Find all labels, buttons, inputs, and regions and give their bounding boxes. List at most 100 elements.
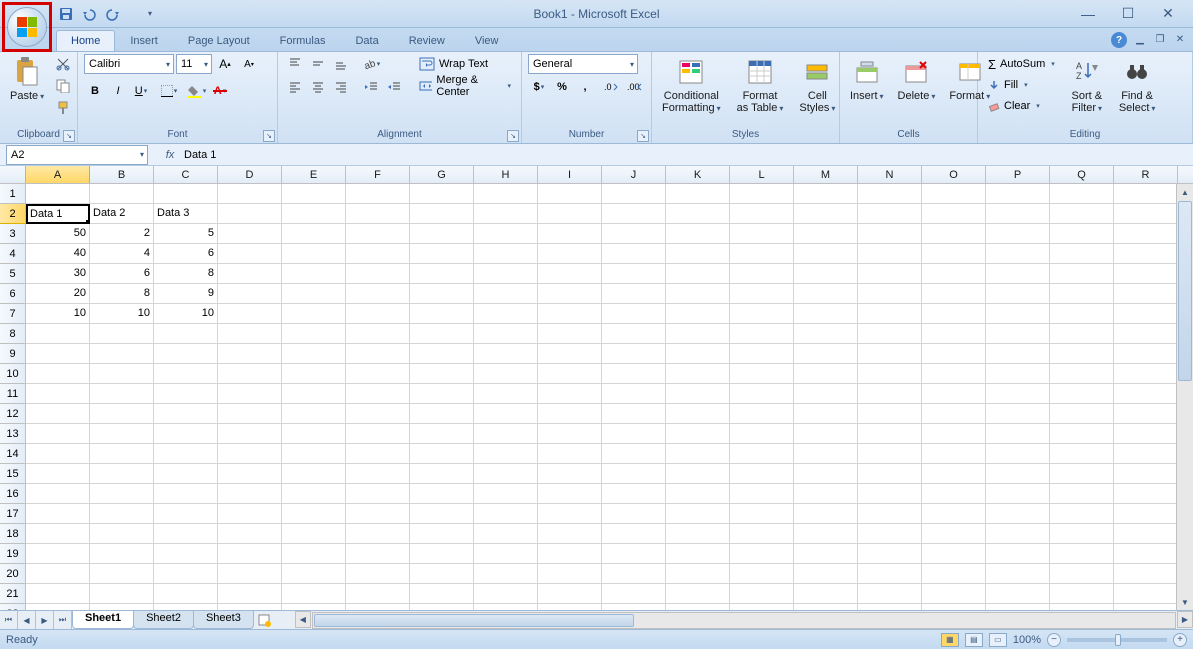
cell[interactable]	[1050, 264, 1114, 284]
cell[interactable]	[858, 364, 922, 384]
cell[interactable]	[474, 364, 538, 384]
name-box[interactable]: A2	[6, 145, 148, 165]
cell[interactable]	[26, 584, 90, 604]
cell[interactable]	[26, 524, 90, 544]
cell[interactable]	[346, 544, 410, 564]
cell[interactable]	[858, 324, 922, 344]
cell[interactable]	[922, 384, 986, 404]
cell[interactable]	[282, 284, 346, 304]
cell[interactable]	[730, 464, 794, 484]
cell[interactable]	[282, 324, 346, 344]
cell[interactable]	[218, 264, 282, 284]
cell[interactable]	[1050, 484, 1114, 504]
cell[interactable]	[538, 384, 602, 404]
cell[interactable]	[282, 444, 346, 464]
cell[interactable]	[218, 404, 282, 424]
layout-view-button[interactable]: ▤	[965, 633, 983, 647]
cell[interactable]	[922, 284, 986, 304]
cell[interactable]	[858, 444, 922, 464]
row-header[interactable]: 19	[0, 544, 26, 564]
cell[interactable]	[26, 404, 90, 424]
cell[interactable]	[90, 484, 154, 504]
cell[interactable]	[730, 444, 794, 464]
cell[interactable]	[346, 404, 410, 424]
cell[interactable]	[922, 424, 986, 444]
cell[interactable]	[154, 444, 218, 464]
cell[interactable]	[538, 604, 602, 610]
cell[interactable]	[346, 504, 410, 524]
column-header[interactable]: G	[410, 166, 474, 183]
column-header[interactable]: B	[90, 166, 154, 183]
qat-customize-button[interactable]: ▾	[140, 4, 160, 24]
tab-next-button[interactable]: ▶	[36, 611, 54, 629]
cell[interactable]	[154, 424, 218, 444]
cell[interactable]	[538, 424, 602, 444]
cell[interactable]	[410, 504, 474, 524]
cell[interactable]	[922, 524, 986, 544]
format-as-table-button[interactable]: Format as Table	[733, 54, 788, 116]
cell[interactable]	[1114, 244, 1178, 264]
close-button[interactable]: ✕	[1155, 5, 1181, 23]
cell[interactable]	[1114, 224, 1178, 244]
cell[interactable]	[282, 364, 346, 384]
cell[interactable]	[90, 324, 154, 344]
column-header[interactable]: N	[858, 166, 922, 183]
cell[interactable]	[1050, 324, 1114, 344]
cell[interactable]	[154, 484, 218, 504]
cell[interactable]	[26, 484, 90, 504]
tab-first-button[interactable]: ⏮	[0, 611, 18, 629]
autosum-button[interactable]: ΣAutoSum	[984, 54, 1059, 74]
cell[interactable]	[666, 384, 730, 404]
cell[interactable]	[602, 244, 666, 264]
cell[interactable]	[346, 284, 410, 304]
cell[interactable]	[794, 324, 858, 344]
scroll-right-button[interactable]: ▶	[1177, 611, 1193, 628]
cell[interactable]	[538, 264, 602, 284]
fill-button[interactable]: Fill	[984, 75, 1059, 95]
cell[interactable]	[858, 224, 922, 244]
align-left-button[interactable]	[284, 77, 306, 97]
cell[interactable]	[346, 364, 410, 384]
cell[interactable]	[730, 404, 794, 424]
cell[interactable]	[1050, 564, 1114, 584]
cell[interactable]	[410, 384, 474, 404]
cell[interactable]	[794, 484, 858, 504]
column-header[interactable]: K	[666, 166, 730, 183]
cell[interactable]	[1050, 444, 1114, 464]
cell[interactable]	[538, 524, 602, 544]
cell[interactable]	[794, 344, 858, 364]
cell[interactable]	[730, 584, 794, 604]
cell[interactable]	[218, 324, 282, 344]
horizontal-scrollbar[interactable]	[312, 612, 1176, 629]
cell[interactable]	[730, 564, 794, 584]
column-header[interactable]: P	[986, 166, 1050, 183]
cell[interactable]	[282, 304, 346, 324]
ribbon-tab-page-layout[interactable]: Page Layout	[173, 30, 265, 51]
cell[interactable]	[90, 544, 154, 564]
cell[interactable]: 2	[90, 224, 154, 244]
cell[interactable]	[410, 364, 474, 384]
cell[interactable]	[282, 404, 346, 424]
cell[interactable]	[666, 444, 730, 464]
row-header[interactable]: 15	[0, 464, 26, 484]
cell[interactable]	[26, 364, 90, 384]
cell[interactable]	[1050, 384, 1114, 404]
cell[interactable]	[410, 204, 474, 224]
column-header[interactable]: E	[282, 166, 346, 183]
cell[interactable]	[794, 424, 858, 444]
cell[interactable]	[282, 384, 346, 404]
cell[interactable]	[218, 344, 282, 364]
cell[interactable]	[218, 504, 282, 524]
cell[interactable]	[538, 584, 602, 604]
shrink-font-button[interactable]: A▾	[238, 54, 260, 74]
cell[interactable]	[602, 464, 666, 484]
cell[interactable]	[154, 404, 218, 424]
cell[interactable]	[474, 264, 538, 284]
paste-button[interactable]: Paste	[6, 54, 48, 104]
cell[interactable]	[538, 444, 602, 464]
cell[interactable]	[474, 524, 538, 544]
cell[interactable]	[858, 464, 922, 484]
column-header[interactable]: A	[26, 166, 90, 183]
cell[interactable]	[1050, 344, 1114, 364]
merge-center-button[interactable]: Merge & Center	[415, 76, 515, 96]
